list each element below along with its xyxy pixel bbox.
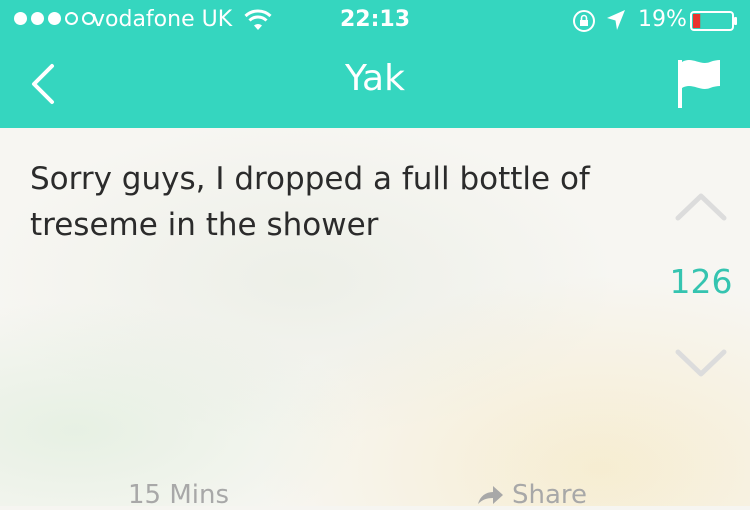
battery-icon xyxy=(690,11,737,31)
downvote-chevron-icon[interactable] xyxy=(672,346,730,382)
battery-level-fill xyxy=(693,14,701,28)
status-bar: vodafone UK 22:13 19% xyxy=(0,0,750,40)
share-arrow-icon xyxy=(478,486,503,504)
post-detail: Sorry guys, I dropped a full bottle of t… xyxy=(0,128,750,510)
post-text: Sorry guys, I dropped a full bottle of t… xyxy=(30,161,590,243)
location-arrow-icon xyxy=(607,10,625,30)
rotation-lock-icon xyxy=(573,10,595,32)
upvote-chevron-icon[interactable] xyxy=(672,188,730,224)
battery-percent: 19% xyxy=(638,7,687,32)
vote-count: 126 xyxy=(669,262,733,301)
flag-icon[interactable] xyxy=(674,56,724,110)
page-title: Yak xyxy=(345,58,405,99)
top-bar: vodafone UK 22:13 19% Yak xyxy=(0,0,750,128)
